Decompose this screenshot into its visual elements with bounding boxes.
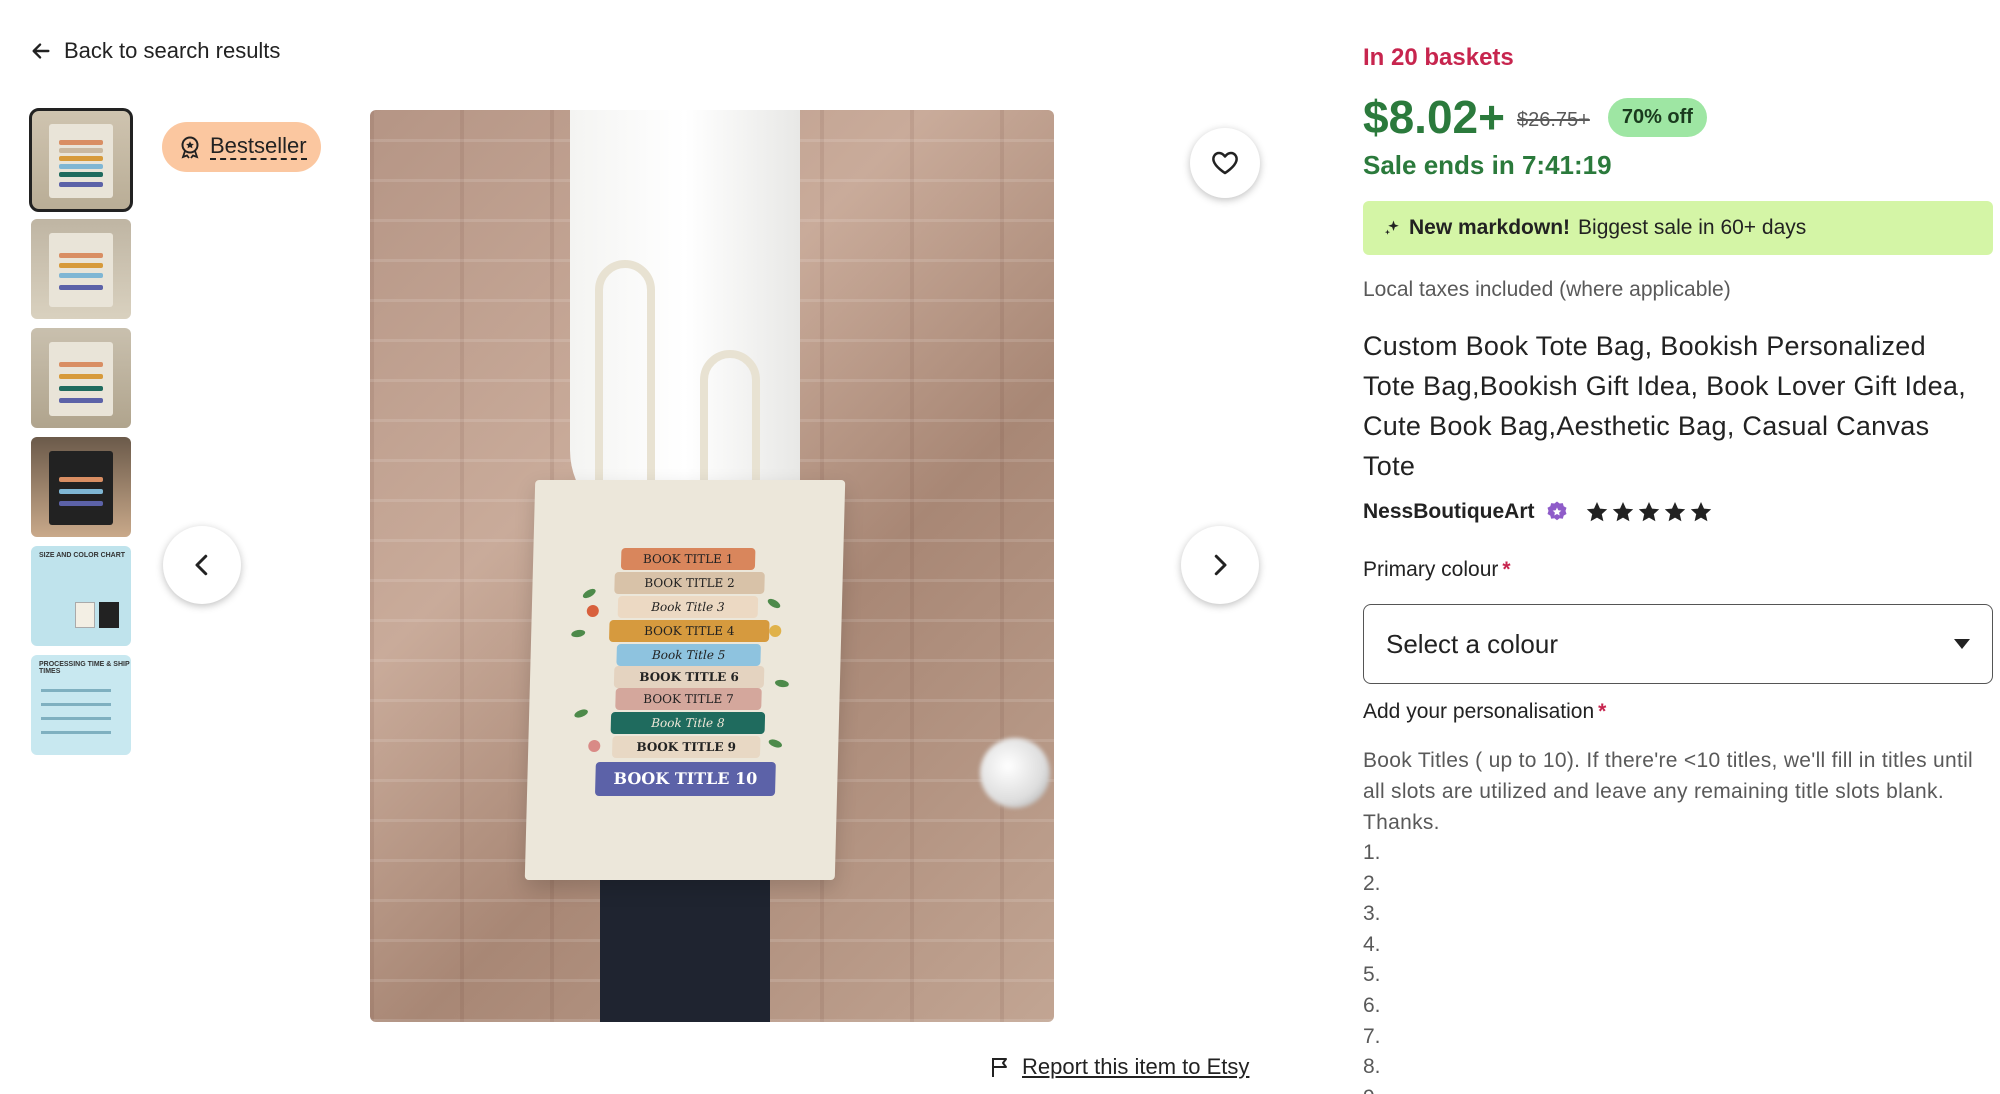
shop-name-link[interactable]: NessBoutiqueArt (1363, 500, 1535, 524)
list-item: 9. (1363, 1083, 1381, 1094)
title-number-list: 1. 2. 3. 4. 5. 6. 7. 8. 9. (1363, 838, 1381, 1094)
star-icon (1612, 502, 1633, 522)
baskets-count: In 20 baskets (1363, 44, 1514, 71)
markdown-text: Biggest sale in 60+ days (1578, 216, 1807, 239)
rating-stars[interactable] (1585, 500, 1713, 524)
list-item: 4. (1363, 932, 1381, 956)
tote-bag-illustration: BOOK TITLE 1 BOOK TITLE 2 Book Title 3 B… (524, 480, 846, 880)
thumbnail-list: SIZE AND COLOR CHART PROCESSING TIME & S… (29, 108, 133, 764)
thumbnail-6-text: PROCESSING TIME & SHIP TIMES (39, 661, 130, 675)
report-item-link[interactable]: Report this item to Etsy (988, 1054, 1249, 1080)
sale-countdown: Sale ends in 7:41:19 (1363, 150, 1612, 180)
thumbnail-6[interactable]: PROCESSING TIME & SHIP TIMES (31, 655, 131, 755)
discount-badge: 70% off (1607, 97, 1707, 137)
colour-label-text: Primary colour (1363, 558, 1499, 581)
book-title-3: Book Title 3 (617, 596, 759, 618)
heart-icon (1212, 151, 1238, 175)
list-item: 5. (1363, 963, 1381, 987)
thumbnail-3[interactable] (31, 328, 131, 428)
flag-icon (992, 1058, 1007, 1077)
personalisation-instructions: Book Titles ( up to 10). If there're <10… (1363, 749, 1974, 834)
personalisation-label: Add your personalisation * (1363, 700, 1606, 724)
colour-select-value: Select a colour (1386, 628, 1558, 659)
colour-label: Primary colour * (1363, 558, 1511, 582)
list-item: 1. (1363, 841, 1381, 864)
markdown-bold: New markdown! (1409, 216, 1571, 239)
report-label: Report this item to Etsy (1022, 1054, 1250, 1079)
chevron-left-icon (195, 554, 208, 576)
next-image-button[interactable] (1181, 526, 1259, 604)
list-item: 2. (1363, 871, 1381, 895)
favorite-button[interactable] (1190, 128, 1260, 198)
product-title: Custom Book Tote Bag, Bookish Personaliz… (1363, 331, 1967, 481)
book-title-10: BOOK TITLE 10 (594, 762, 776, 796)
book-title-8: Book Title 8 (610, 712, 766, 734)
arrow-left-icon (32, 43, 50, 59)
list-item: 3. (1363, 902, 1381, 926)
caret-down-icon (1954, 639, 1970, 649)
taxes-note: Local taxes included (where applicable) (1363, 278, 1731, 301)
list-item: 8. (1363, 1055, 1381, 1079)
back-to-search-link[interactable]: Back to search results (30, 38, 280, 64)
book-title-9: BOOK TITLE 9 (611, 736, 761, 758)
previous-image-button[interactable] (163, 526, 241, 604)
star-icon (1664, 502, 1685, 522)
star-seller-icon (1547, 501, 1567, 521)
star-icon (1638, 502, 1659, 522)
award-icon (181, 136, 199, 159)
shop-row: NessBoutiqueArt (1363, 500, 1713, 524)
bestseller-badge[interactable]: Bestseller (162, 122, 321, 172)
main-product-image[interactable]: BOOK TITLE 1 BOOK TITLE 2 Book Title 3 B… (370, 110, 1054, 1022)
chevron-right-icon (1214, 554, 1227, 576)
star-icon (1586, 502, 1607, 522)
original-price: $26.75+ (1516, 108, 1590, 131)
list-item: 6. (1363, 993, 1381, 1017)
book-title-5: Book Title 5 (616, 644, 761, 666)
sparkle-icon (1384, 220, 1399, 235)
book-title-7: BOOK TITLE 7 (615, 688, 762, 710)
thumbnail-1[interactable] (29, 108, 133, 212)
thumbnail-2[interactable] (31, 219, 131, 319)
book-title-6: BOOK TITLE 6 (613, 666, 765, 688)
price-row: $8.02+ $26.75+ 70% off (1363, 90, 1707, 144)
personalisation-label-text: Add your personalisation (1363, 700, 1595, 723)
list-item: 7. (1363, 1024, 1381, 1048)
required-mark: * (1598, 700, 1607, 723)
required-mark: * (1502, 558, 1511, 581)
markdown-banner: New markdown! Biggest sale in 60+ days (1363, 201, 1993, 255)
thumbnail-4[interactable] (31, 437, 131, 537)
sale-price: $8.02+ (1363, 91, 1505, 143)
colour-select[interactable]: Select a colour (1363, 604, 1993, 684)
book-title-4: BOOK TITLE 4 (608, 620, 770, 642)
listing-page: Back to search results SIZE AND COLOR CH… (0, 0, 2000, 1094)
star-icon (1690, 502, 1711, 522)
bestseller-label: Bestseller (210, 133, 307, 160)
thumbnail-5-text: SIZE AND COLOR CHART (39, 552, 126, 559)
back-label: Back to search results (64, 38, 281, 63)
book-title-1: BOOK TITLE 1 (620, 548, 756, 570)
book-title-2: BOOK TITLE 2 (614, 572, 765, 594)
thumbnail-5[interactable]: SIZE AND COLOR CHART (31, 546, 131, 646)
